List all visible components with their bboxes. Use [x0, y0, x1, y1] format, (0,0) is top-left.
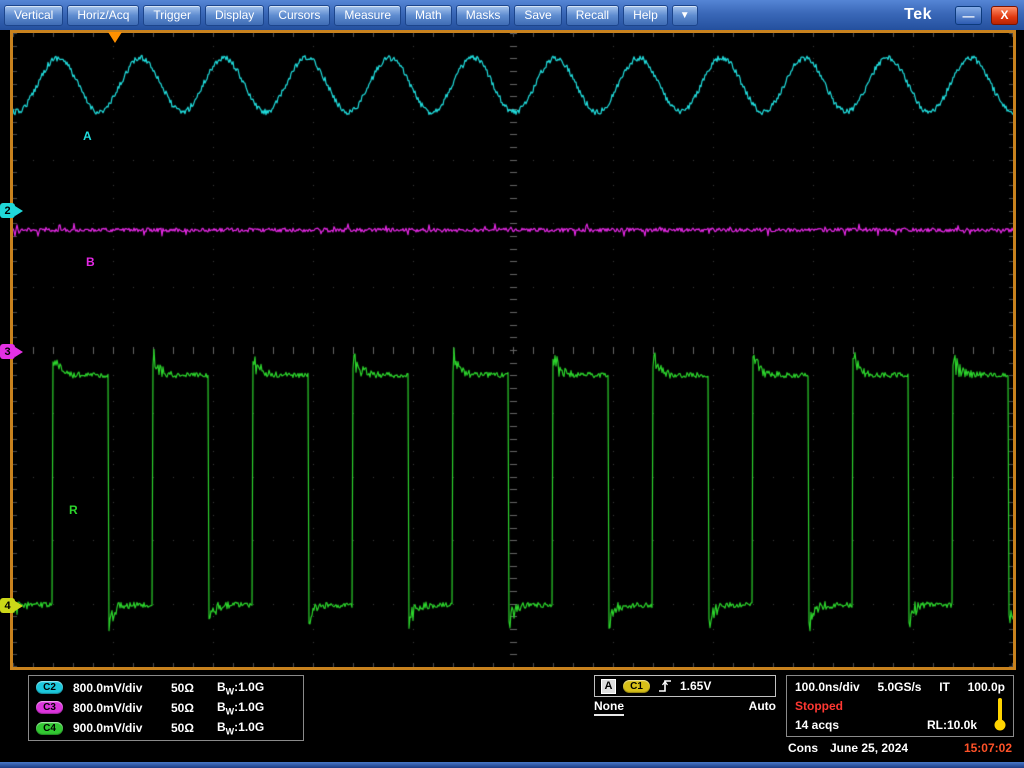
sample-rate: 5.0GS/s — [877, 680, 921, 694]
resolution: 100.0p — [968, 680, 1005, 694]
channel-3-arrow-icon — [15, 347, 23, 357]
channel-3-ground-marker[interactable]: 3 — [0, 344, 23, 359]
channel-4-scale: 900.0mV/div — [73, 721, 171, 735]
menu-button-display[interactable]: Display — [205, 5, 264, 26]
channel-4-arrow-icon — [15, 601, 23, 611]
acquisition-status-row: Stopped — [795, 696, 1005, 715]
channel-4-ground-marker[interactable]: 4 — [0, 598, 23, 613]
trigger-position-marker[interactable] — [108, 32, 122, 43]
channel-3-bandwidth: BW:1.0G — [217, 700, 264, 716]
channel-2-badge: 2 — [0, 203, 15, 218]
rising-edge-icon — [657, 678, 673, 694]
record-length: RL:10.0k — [927, 718, 977, 732]
readout-panel: C2 800.0mV/div 50Ω BW:1.0G C3 800.0mV/di… — [0, 670, 1024, 762]
channel-2-readout-badge[interactable]: C2 — [36, 681, 63, 694]
menu-bar: Vertical Horiz/Acq Trigger Display Curso… — [0, 0, 1024, 30]
date-time-row: Cons June 25, 2024 15:07:02 — [786, 741, 1014, 755]
oscilloscope-screen: { "menu": { "items": ["Vertical","Horiz/… — [0, 0, 1024, 768]
time-label: 15:07:02 — [964, 741, 1012, 755]
minimize-button[interactable]: — — [955, 6, 982, 25]
channel-2-arrow-icon — [15, 206, 23, 216]
trigger-readout-box[interactable]: A C1 1.65V — [594, 675, 776, 697]
bottom-strip — [0, 762, 1024, 768]
channel-2-bandwidth: BW:1.0G — [217, 680, 264, 696]
channel-4-bandwidth: BW:1.0G — [217, 720, 264, 736]
waveform-label-r: R — [69, 503, 78, 517]
model-label: Cons — [788, 741, 818, 755]
menu-button-trigger[interactable]: Trigger — [143, 5, 201, 26]
trigger-level: 1.65V — [680, 679, 711, 693]
thermometer-icon — [994, 697, 1006, 734]
trigger-readout-group: A C1 1.65V None Auto — [594, 675, 776, 716]
acquisition-status: Stopped — [795, 699, 843, 713]
menu-button-horiz-acq[interactable]: Horiz/Acq — [67, 5, 139, 26]
timebase-row: 100.0ns/div 5.0GS/s IT 100.0p — [795, 677, 1005, 696]
horizontal-readout-box: 100.0ns/div 5.0GS/s IT 100.0p Stopped 14… — [786, 675, 1014, 737]
menu-button-math[interactable]: Math — [405, 5, 452, 26]
channel-3-badge: 3 — [0, 344, 15, 359]
graticule-canvas — [13, 33, 1013, 667]
channel-4-readout-badge[interactable]: C4 — [36, 722, 63, 735]
waveform-label-a: A — [83, 129, 92, 143]
tek-logo: Tek — [904, 6, 932, 24]
waveform-label-b: B — [86, 255, 95, 269]
timebase-scale: 100.0ns/div — [795, 680, 860, 694]
b-trigger-none[interactable]: None — [594, 699, 624, 716]
trigger-mode-row: None Auto — [594, 699, 776, 716]
menu-button-cursors[interactable]: Cursors — [268, 5, 330, 26]
channel-3-readout-badge[interactable]: C3 — [36, 701, 63, 714]
menu-button-vertical[interactable]: Vertical — [4, 5, 63, 26]
menu-button-save[interactable]: Save — [514, 5, 561, 26]
sampling-mode: IT — [939, 680, 950, 694]
acquisition-count: 14 acqs — [795, 718, 839, 732]
acquisition-count-row: 14 acqs RL:10.0k — [795, 715, 1005, 734]
close-button[interactable]: X — [991, 6, 1018, 25]
menu-button-recall[interactable]: Recall — [566, 5, 619, 26]
date-label: June 25, 2024 — [830, 741, 908, 755]
menu-button-help[interactable]: Help — [623, 5, 668, 26]
channel-2-termination: 50Ω — [171, 681, 217, 695]
channel-4-badge: 4 — [0, 598, 15, 613]
channel-4-termination: 50Ω — [171, 721, 217, 735]
channel-settings-box: C2 800.0mV/div 50Ω BW:1.0G C3 800.0mV/di… — [28, 675, 304, 741]
channel-4-readout-row: C4 900.0mV/div 50Ω BW:1.0G — [29, 720, 303, 736]
channel-3-scale: 800.0mV/div — [73, 701, 171, 715]
channel-2-ground-marker[interactable]: 2 — [0, 203, 23, 218]
trigger-source-a-box: A — [601, 679, 616, 694]
menu-more-dropdown-icon[interactable]: ▼ — [672, 5, 698, 26]
menu-button-measure[interactable]: Measure — [334, 5, 401, 26]
menu-button-masks[interactable]: Masks — [456, 5, 511, 26]
channel-3-readout-row: C3 800.0mV/div 50Ω BW:1.0G — [29, 700, 303, 716]
trigger-mode-auto: Auto — [749, 699, 776, 716]
channel-3-termination: 50Ω — [171, 701, 217, 715]
waveform-display: 2 3 4 A B R — [10, 30, 1016, 670]
channel-2-readout-row: C2 800.0mV/div 50Ω BW:1.0G — [29, 680, 303, 696]
trigger-channel-badge[interactable]: C1 — [623, 680, 650, 693]
channel-2-scale: 800.0mV/div — [73, 681, 171, 695]
